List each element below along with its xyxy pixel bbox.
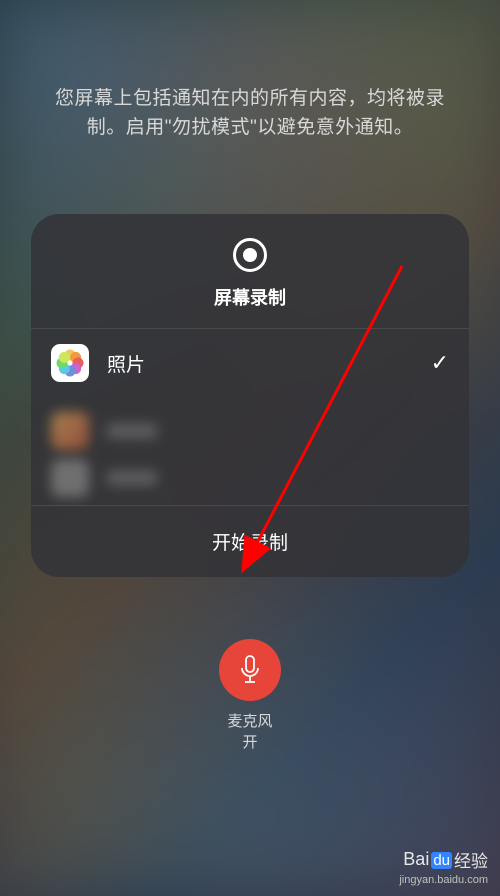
microphone-toggle-button[interactable] [219, 639, 281, 701]
destination-option-photos[interactable]: 照片 ✓ [31, 329, 469, 397]
microphone-icon [238, 655, 262, 685]
microphone-section: 麦克风 开 [219, 639, 281, 753]
destination-option-blurred[interactable] [31, 465, 469, 505]
panel-title: 屏幕录制 [214, 284, 286, 310]
photos-app-icon [51, 344, 89, 382]
screen-recording-panel: 屏幕录制 照片 ✓ 开始录制 [31, 214, 469, 577]
panel-header: 屏幕录制 [31, 214, 469, 328]
watermark: Baidu 经验 jingyan.baidu.com [399, 847, 488, 886]
recording-info-text: 您屏幕上包括通知在内的所有内容，均将被录制。启用"勿扰模式"以避免意外通知。 [0, 85, 500, 142]
option-label-blurred [107, 471, 157, 485]
record-icon [233, 238, 267, 272]
destination-option-blurred[interactable] [31, 397, 469, 465]
microphone-label: 麦克风 开 [227, 711, 272, 753]
app-icon-blurred [51, 412, 89, 450]
checkmark-icon: ✓ [431, 350, 449, 376]
start-recording-button[interactable]: 开始录制 [31, 505, 469, 577]
option-label-blurred [107, 424, 157, 438]
watermark-brand: Baidu [403, 849, 454, 870]
option-label: 照片 [107, 350, 431, 377]
watermark-url: jingyan.baidu.com [399, 874, 488, 886]
destination-list: 照片 ✓ [31, 328, 469, 505]
app-icon-blurred [51, 459, 89, 497]
